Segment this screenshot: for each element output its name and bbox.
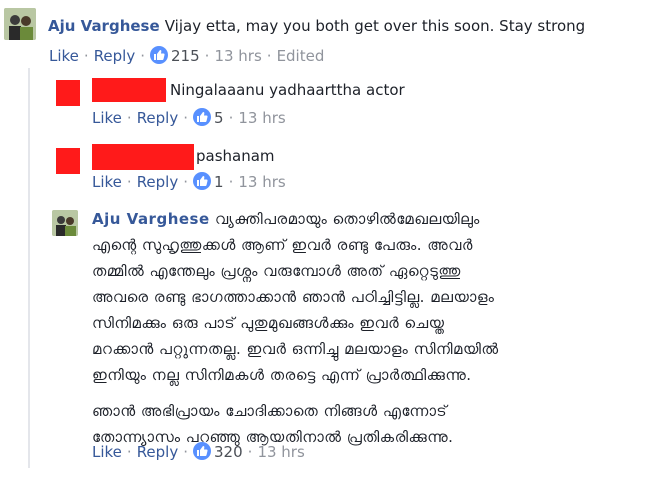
edited-label[interactable]: Edited xyxy=(277,47,325,65)
comment-line: മറക്കാൻ പറ്റുന്നതല്ല. ഇവർ ഒന്നിച്ചു മലയാ… xyxy=(92,340,499,358)
comment-2: Ningalaaanu yadhaarttha actor xyxy=(170,80,405,99)
timestamp[interactable]: 13 hrs xyxy=(214,47,261,65)
comment-line: അവരെ രണ്ടു ഭാഗത്താക്കാൻ ഞാൻ പഠിച്ചിട്ടില… xyxy=(92,288,495,306)
redacted-name xyxy=(92,78,166,102)
reply-link[interactable]: Reply xyxy=(137,173,179,191)
like-link[interactable]: Like xyxy=(49,47,79,65)
timestamp[interactable]: 13 hrs xyxy=(238,109,285,127)
comment-3: pashanam xyxy=(196,146,275,165)
comment-text: pashanam xyxy=(196,147,275,165)
like-link[interactable]: Like xyxy=(92,173,122,191)
comment-actions: Like · Reply · 215 · 13 hrs · Edited xyxy=(49,46,325,65)
profile-photo-icon xyxy=(4,8,36,40)
like-count[interactable]: 320 xyxy=(214,443,243,461)
redacted-avatar xyxy=(56,148,80,174)
reply-link[interactable]: Reply xyxy=(94,47,136,65)
profile-photo-icon xyxy=(52,210,78,236)
comment-line: ഇനിയും നല്ല സിനിമകൾ തരട്ടെ എന്ന് പ്രാർത്… xyxy=(92,366,472,384)
comment-line: വ്യക്തിപരമായും തൊഴിൽമേഖലയിലും xyxy=(214,210,480,228)
timestamp[interactable]: 13 hrs xyxy=(238,173,285,191)
like-link[interactable]: Like xyxy=(92,109,122,127)
reply-thread-line xyxy=(28,68,30,468)
comment-line: എന്റെ സുഹൃത്തുക്കൾ ആണ് ഇവർ രണ്ടു പേരും. … xyxy=(92,236,473,254)
avatar[interactable] xyxy=(52,210,78,236)
like-count[interactable]: 5 xyxy=(214,109,224,127)
comment-line: സിനിമക്കും ഒരു പാട് പുതുമുഖങ്ങൾക്കും ഇവർ… xyxy=(92,314,445,332)
like-link[interactable]: Like xyxy=(92,443,122,461)
thumbs-up-icon xyxy=(150,46,169,64)
thumbs-up-icon xyxy=(193,108,212,126)
redacted-avatar xyxy=(56,80,80,106)
comment-line: തമ്മിൽ എന്തേലും പ്രശ്നം വരുമ്പോൾ അത് ഏറ്… xyxy=(92,262,461,280)
comment-actions: Like · Reply · 320 · 13 hrs xyxy=(92,442,305,461)
thumbs-up-icon xyxy=(193,442,212,460)
redacted-name xyxy=(92,144,194,170)
like-count[interactable]: 1 xyxy=(214,173,224,191)
comment-text: Ningalaaanu yadhaarttha actor xyxy=(170,81,405,99)
comment-text: Vijay etta, may you both get over this s… xyxy=(164,17,586,35)
timestamp[interactable]: 13 hrs xyxy=(257,443,304,461)
comment-1: Aju Varghese Vijay etta, may you both ge… xyxy=(48,16,585,35)
reply-link[interactable]: Reply xyxy=(137,109,179,127)
comment-author[interactable]: Aju Varghese xyxy=(48,17,160,35)
reply-link[interactable]: Reply xyxy=(137,443,179,461)
comment-author[interactable]: Aju Varghese xyxy=(92,210,210,228)
avatar[interactable] xyxy=(4,8,36,40)
comment-4: Aju Varghese വ്യക്തിപരമായും തൊഴിൽമേഖലയില… xyxy=(92,206,640,450)
comment-line: ഞാൻ അഭിപ്രായം ചോദിക്കാതെ നിങ്ങൾ എന്നോട് xyxy=(92,402,448,420)
like-count[interactable]: 215 xyxy=(171,47,200,65)
comment-actions: Like · Reply · 1 · 13 hrs xyxy=(92,172,286,191)
thumbs-up-icon xyxy=(193,172,212,190)
comment-actions: Like · Reply · 5 · 13 hrs xyxy=(92,108,286,127)
